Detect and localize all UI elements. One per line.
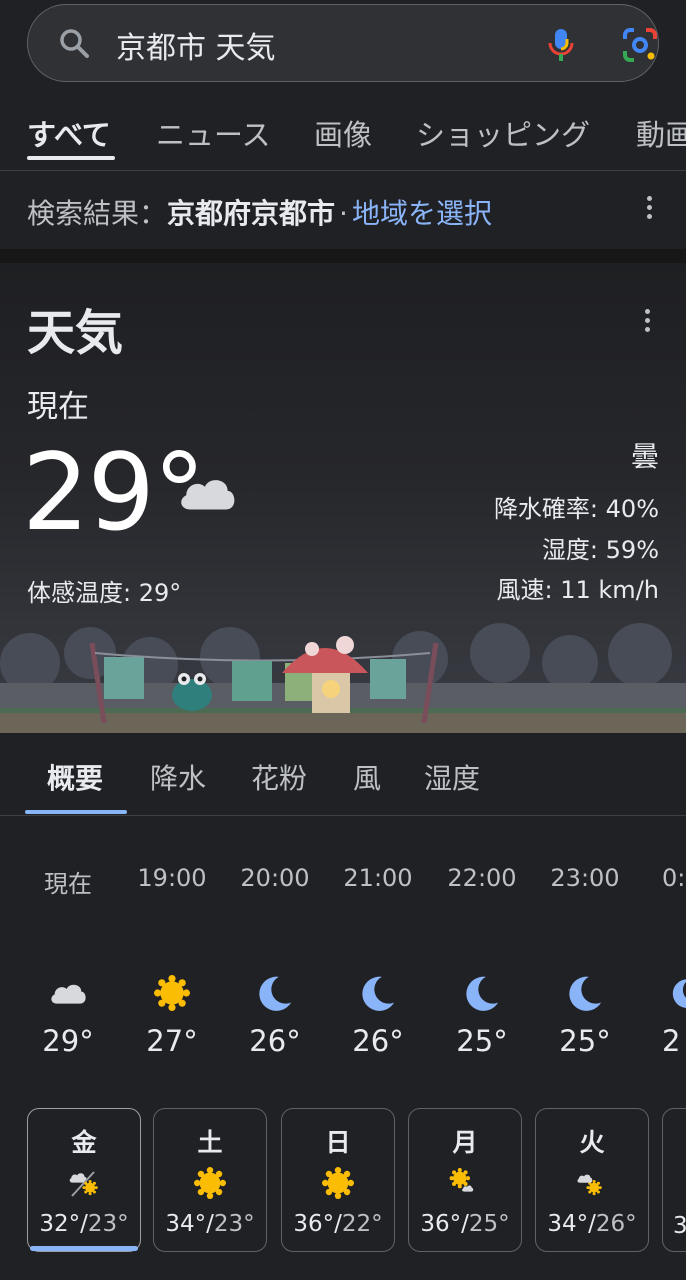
hour-temp: 26° xyxy=(352,1024,404,1058)
tab-videos[interactable]: 動画 xyxy=(636,112,686,154)
hour-temp: 25° xyxy=(456,1024,508,1058)
feels-like: 体感温度: 29° xyxy=(27,579,182,607)
day-name: 金 xyxy=(71,1128,97,1157)
weather-card: 天気 現在 29° 体感温度: 29° 曇 降水確率: 40% 湿度: 59% … xyxy=(0,263,686,733)
day-low: 26° xyxy=(595,1211,637,1237)
day-high: 34° xyxy=(165,1211,207,1237)
daily-item[interactable]: 土 34°/23° xyxy=(153,1108,267,1252)
daily-item[interactable]: 火 34°/26° xyxy=(535,1108,649,1252)
daily-item[interactable]: 日 36°/22° xyxy=(281,1108,395,1252)
daily-item[interactable]: 3 xyxy=(662,1108,686,1252)
weather-title: 天気 xyxy=(27,305,124,361)
day-low: 23° xyxy=(87,1211,129,1237)
daily-item[interactable]: 金 32°/23° xyxy=(27,1108,141,1252)
wind-speed: 風速: 11 km/h xyxy=(496,576,659,604)
hourly-item: 0: 2 xyxy=(662,864,686,1058)
tab-images[interactable]: 画像 xyxy=(314,112,372,154)
day-high: 34° xyxy=(547,1211,589,1237)
subtab-humidity[interactable]: 湿度 xyxy=(424,757,480,797)
hour-time: 19:00 xyxy=(137,864,207,892)
hourly-item: 21:00 26° xyxy=(328,864,428,1058)
mic-icon[interactable] xyxy=(546,27,576,63)
active-subtab-indicator xyxy=(25,810,127,814)
location-prefix: 検索結果： xyxy=(27,197,168,230)
choose-region-link[interactable]: 地域を選択 xyxy=(352,197,492,230)
lens-icon[interactable] xyxy=(622,27,658,63)
subtab-overview[interactable]: 概要 xyxy=(47,757,103,797)
cloud-sun-icon xyxy=(574,1166,610,1200)
current-label: 現在 xyxy=(27,389,89,425)
divider xyxy=(0,249,686,263)
hourly-item: 20:00 26° xyxy=(225,864,325,1058)
day-high: 32° xyxy=(39,1211,81,1237)
hour-time: 21:00 xyxy=(343,864,413,892)
precipitation-probability: 降水確率: 40% xyxy=(493,495,659,523)
day-low: 22° xyxy=(341,1211,383,1237)
subtab-wind[interactable]: 風 xyxy=(353,757,381,797)
tab-all[interactable]: すべて xyxy=(27,112,111,154)
moon-icon xyxy=(359,974,397,1012)
tab-shopping[interactable]: ショッピング xyxy=(416,112,590,154)
condition-text: 曇 xyxy=(630,440,659,473)
day-high: 36° xyxy=(420,1211,462,1237)
subtab-precipitation[interactable]: 降水 xyxy=(150,757,206,797)
sun-cloud-icon xyxy=(447,1166,483,1200)
humidity: 湿度: 59% xyxy=(541,536,659,564)
day-name: 土 xyxy=(197,1128,223,1157)
hour-time: 現在 xyxy=(44,870,92,898)
search-input[interactable]: 京都市 天気 xyxy=(116,23,276,67)
day-name: 月 xyxy=(452,1128,478,1157)
weather-more-icon[interactable] xyxy=(645,309,651,336)
day-name: 日 xyxy=(325,1128,351,1157)
hour-time: 23:00 xyxy=(550,864,620,892)
day-name: 火 xyxy=(579,1128,605,1157)
sun-icon xyxy=(194,1167,226,1199)
hour-time: 20:00 xyxy=(240,864,310,892)
moon-icon xyxy=(256,974,294,1012)
hour-temp: 25° xyxy=(559,1024,611,1058)
weather-illustration xyxy=(0,623,686,733)
hour-time: 22:00 xyxy=(447,864,517,892)
active-tab-indicator xyxy=(27,156,115,160)
day-low: 23° xyxy=(213,1211,255,1237)
more-options-icon[interactable] xyxy=(647,196,653,223)
hour-temp: 29° xyxy=(42,1024,94,1058)
hour-temp: 2 xyxy=(662,1024,681,1058)
search-icon xyxy=(60,29,89,58)
subtab-pollen[interactable]: 花粉 xyxy=(251,757,307,797)
hourly-item: 22:00 25° xyxy=(432,864,532,1058)
tab-news[interactable]: ニュース xyxy=(156,112,271,154)
cloud-icon xyxy=(48,980,88,1006)
hour-time: 0: xyxy=(662,864,686,892)
hourly-item: 19:00 27° xyxy=(122,864,222,1058)
sun-icon xyxy=(322,1167,354,1199)
hourly-item: 23:00 25° xyxy=(535,864,635,1058)
daily-item[interactable]: 月 36°/25° xyxy=(408,1108,522,1252)
sun-icon xyxy=(154,975,190,1011)
day-low: 25° xyxy=(468,1211,510,1237)
cloud-icon xyxy=(176,473,238,513)
day-high: 36° xyxy=(293,1211,335,1237)
weather-subtabs: 概要 降水 花粉 風 湿度 xyxy=(0,733,686,816)
day-high: 3 xyxy=(673,1213,686,1239)
search-bar[interactable]: 京都市 天気 xyxy=(27,4,659,82)
rain-sun-icon xyxy=(66,1171,102,1197)
hour-temp: 27° xyxy=(146,1024,198,1058)
hourly-item: 現在 29° xyxy=(18,864,118,1058)
selected-day-indicator xyxy=(30,1246,138,1251)
location-line: 検索結果：京都府京都市 · 地域を選択 xyxy=(27,192,492,232)
moon-icon xyxy=(566,974,604,1012)
moon-icon xyxy=(463,974,501,1012)
hour-temp: 26° xyxy=(249,1024,301,1058)
moon-icon xyxy=(670,974,686,1012)
location-place: 京都府京都市 xyxy=(167,197,336,230)
location-dot: · xyxy=(339,197,348,230)
